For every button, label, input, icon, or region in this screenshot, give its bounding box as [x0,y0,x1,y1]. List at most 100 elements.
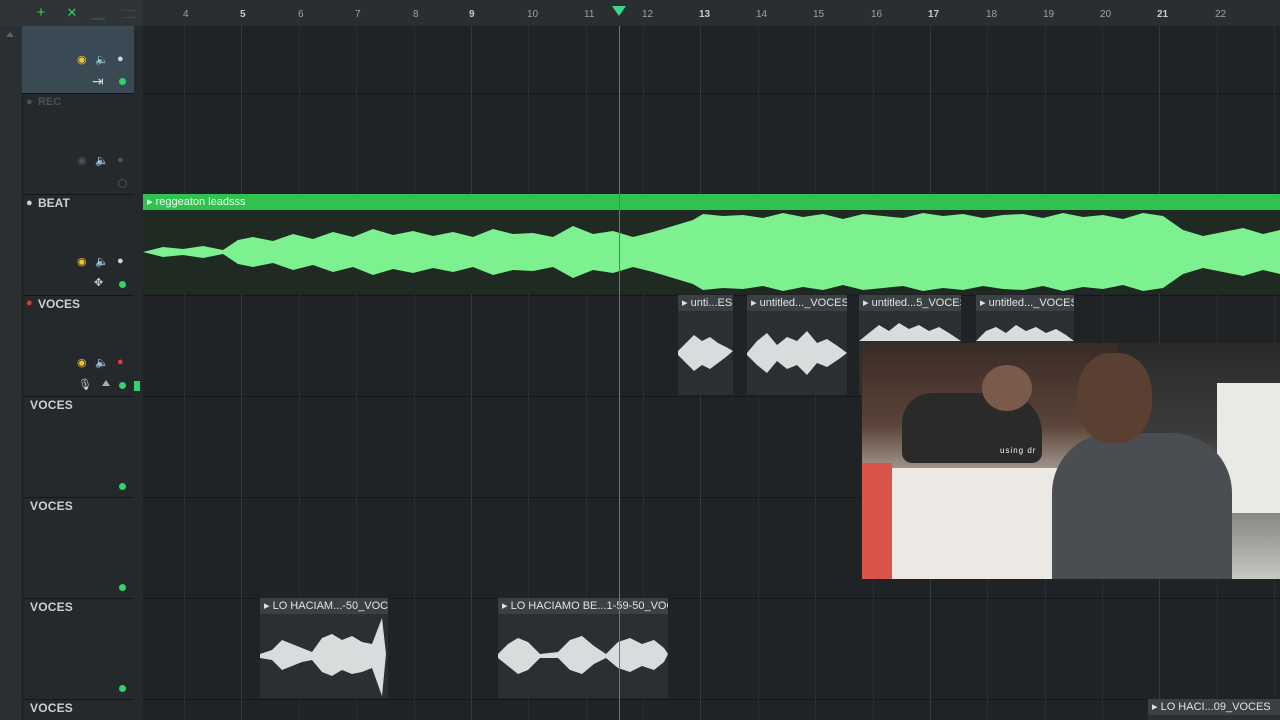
clip-waveform [498,636,668,674]
track-status-icon: ● [26,197,33,209]
track-scrollbar[interactable] [0,26,23,720]
clip-waveform [678,335,733,371]
speaker-icon[interactable]: 🔈 [95,53,109,66]
track-header-voces-1[interactable]: ● VOCES ◉ 🔈 ● 🎙 [22,295,140,397]
clip-waveform [976,325,1074,341]
ruler-mark: 20 [1100,9,1112,20]
clip-waveform [143,213,1280,291]
speaker-icon[interactable]: 🔈 [95,356,109,369]
grid-line [414,26,415,720]
track-name: REC [38,96,62,108]
track-header-voces-5[interactable]: VOCES [22,699,134,720]
ruler-mark: 7 [355,9,361,20]
webcam-red-object [862,463,892,579]
solo-icon[interactable]: ◉ [77,154,87,167]
track-lane[interactable] [143,26,1280,94]
track-active-led[interactable] [119,685,126,692]
track-header-voces-2[interactable]: VOCES [22,396,134,498]
ruler-mark: 6 [298,9,304,20]
microphone-icon[interactable]: 🎙 [78,378,92,391]
arm-dot-icon[interactable]: ● [117,154,124,166]
clip-header[interactable]: ▸ unti...ES [678,295,733,311]
webcam-overlay-text: using dr [1000,446,1037,455]
track-active-led[interactable] [119,382,126,389]
track-active-led[interactable] [118,179,127,188]
track-name: VOCES [30,398,74,412]
speaker-icon[interactable]: 🔈 [95,255,109,268]
stretch-icon[interactable] [122,10,136,18]
ruler-mark: 18 [986,9,998,20]
ruler-mark: 15 [813,9,825,20]
close-icon[interactable]: ✕ [60,0,84,26]
clip-label: LO HACIAM...-50_VOCES [272,600,388,612]
move-icon[interactable]: ✥ [94,276,103,289]
clip-header[interactable]: ▸ untitled..._VOCES [976,295,1074,311]
clip-label: LO HACIAMO BE...1-59-50_VOCES [510,600,668,612]
input-monitor-icon[interactable]: ⇥ [92,73,104,90]
clip-label: untitled..._VOCES [759,297,847,309]
audio-clip-beat[interactable]: ▸ reggeaton leadsss [143,194,1280,294]
solo-icon[interactable]: ◉ [77,356,87,369]
clip-header[interactable]: ▸ reggeaton leadsss [143,194,1280,210]
playhead-line[interactable] [619,26,620,720]
input-meter [134,381,140,391]
ruler-mark: 17 [928,9,940,20]
track-header-0[interactable]: ◉ 🔈 ● ⇥ [22,26,134,94]
arm-dot-icon[interactable]: ● [117,53,124,65]
scroll-up-icon[interactable] [6,32,14,37]
audio-clip-voces[interactable]: ▸ untitled..._VOCES [747,295,847,395]
track-active-led[interactable] [119,78,126,85]
track-header-voces-4[interactable]: VOCES [22,598,134,700]
track-name: VOCES [30,600,74,614]
clip-header[interactable]: ▸ LO HACIAM...-50_VOCES [260,598,388,614]
solo-icon[interactable]: ◉ [77,255,87,268]
ruler-mark: 9 [469,9,475,20]
track-active-led[interactable] [119,584,126,591]
expand-up-icon[interactable] [102,380,110,386]
record-arm-icon[interactable]: ● [117,356,124,368]
clip-waveform [859,323,961,341]
webcam-head-left [982,365,1032,411]
playhead-marker-icon[interactable] [612,4,626,16]
track-name: VOCES [38,297,81,311]
track-active-led[interactable] [119,281,126,288]
track-lane[interactable] [143,93,1280,195]
ruler-mark: 10 [527,9,539,20]
add-icon[interactable]: + [29,0,53,26]
track-status-icon: ● [26,96,33,108]
grid-line [471,26,472,720]
record-status-icon: ● [26,297,33,309]
clip-header[interactable]: ▸ LO HACI...09_VOCES [1148,699,1280,715]
grid-line [184,26,185,720]
clip-header[interactable]: ▸ untitled...5_VOCES [859,295,961,311]
ruler-mark: 22 [1215,9,1227,20]
clip-label: unti...ES [690,297,733,309]
audio-clip-voces[interactable]: ▸ unti...ES [678,295,733,395]
arm-dot-icon[interactable]: ● [117,255,124,267]
ruler-mark: 16 [871,9,883,20]
ruler-mark: 14 [756,9,768,20]
ruler-mark: 8 [413,9,419,20]
solo-icon[interactable]: ◉ [77,53,87,66]
time-ruler[interactable]: 4 5 6 7 8 9 10 11 12 13 14 15 16 17 18 1… [143,0,1280,26]
ruler-mark: 11 [584,9,595,20]
speaker-icon[interactable]: 🔈 [95,154,109,167]
webcam-overlay: using dr [862,343,1280,579]
tool-area: + ✕ [0,0,143,26]
audio-clip-lo-haciamo-be[interactable]: ▸ LO HACIAMO BE...1-59-50_VOCES [498,598,668,698]
audio-clip-lo-haciamos[interactable]: ▸ LO HACIAM...-50_VOCES [260,598,388,698]
webcam-head-right [1077,353,1152,443]
audio-clip-lo-haci[interactable]: ▸ LO HACI...09_VOCES [1148,699,1280,720]
track-header-rec[interactable]: ● REC ◉ 🔈 ● [22,93,134,195]
clip-waveform [260,618,386,696]
pencil-icon[interactable] [90,8,112,20]
clip-label: untitled..._VOCES [988,297,1074,309]
clip-header[interactable]: ▸ untitled..._VOCES [747,295,847,311]
track-header-voces-3[interactable]: VOCES [22,497,134,599]
track-name: VOCES [30,499,74,513]
track-header-beat[interactable]: ● BEAT ◉ 🔈 ● ✥ [22,194,134,296]
track-active-led[interactable] [119,483,126,490]
track-name: VOCES [30,701,74,715]
clip-header[interactable]: ▸ LO HACIAMO BE...1-59-50_VOCES [498,598,668,614]
ruler-mark: 19 [1043,9,1055,20]
